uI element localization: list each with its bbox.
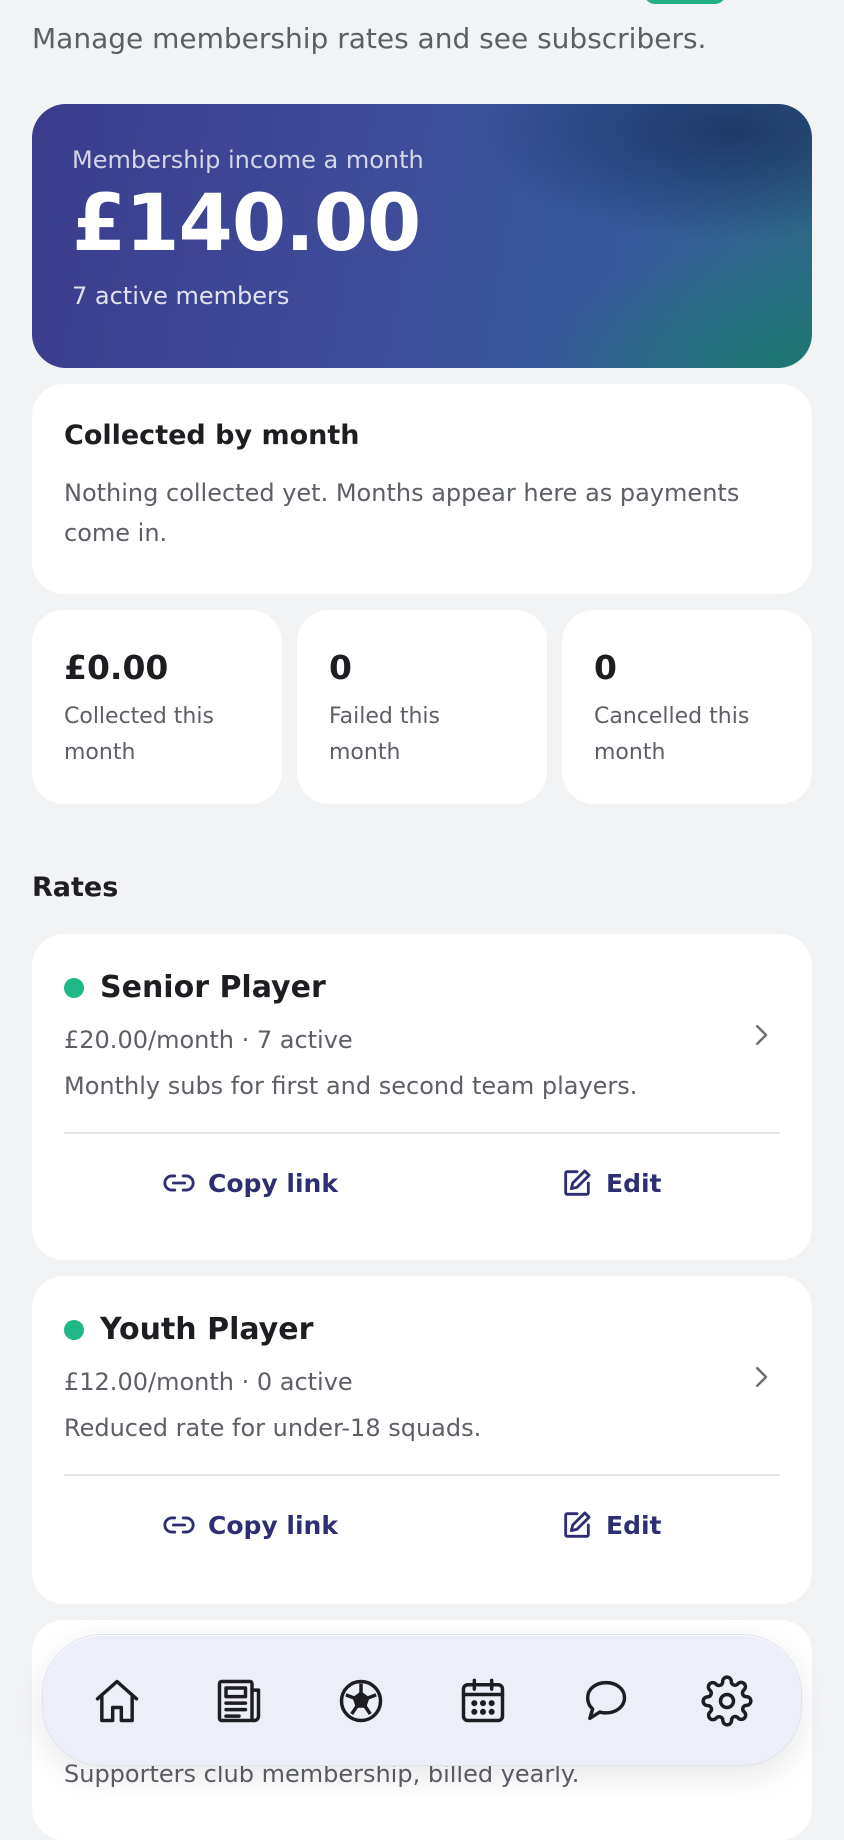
edit-label: Edit bbox=[606, 1168, 662, 1198]
stat-value: £0.00 bbox=[64, 648, 169, 687]
edit-button[interactable]: Edit bbox=[560, 1508, 662, 1542]
news-icon bbox=[217, 1679, 261, 1723]
collected-empty-text: Nothing collected yet. Months appear her… bbox=[64, 479, 740, 547]
edit-button[interactable]: Edit bbox=[560, 1166, 662, 1200]
football-icon bbox=[339, 1679, 383, 1723]
income-summary-card: Membership income a month £140.00 7 acti… bbox=[32, 104, 812, 368]
nav-settings[interactable] bbox=[701, 1675, 753, 1727]
stat-value: 0 bbox=[594, 648, 617, 687]
settings-icon bbox=[701, 1675, 753, 1727]
chevron-right-icon[interactable] bbox=[746, 1020, 776, 1050]
page-subtitle: Manage membership rates and see subscrib… bbox=[32, 22, 707, 55]
nav-news[interactable] bbox=[213, 1675, 265, 1727]
rate-header: Youth Player bbox=[64, 1312, 313, 1347]
divider bbox=[64, 1474, 780, 1476]
edit-icon bbox=[564, 1511, 591, 1538]
copy-link-button[interactable]: Copy link bbox=[162, 1166, 338, 1200]
rates-section-title: Rates bbox=[32, 872, 119, 903]
rate-description: Reduced rate for under-18 squads. bbox=[64, 1414, 482, 1442]
active-members-count: 7 active members bbox=[72, 281, 290, 310]
stat-label: Cancelled this month bbox=[594, 704, 750, 765]
nav-matches[interactable] bbox=[335, 1675, 387, 1727]
rate-name: Senior Player bbox=[100, 970, 326, 1005]
link-icon bbox=[163, 1174, 195, 1192]
collected-by-month-card: Collected by month Nothing collected yet… bbox=[32, 384, 812, 594]
income-amount: £140.00 bbox=[72, 179, 421, 269]
rate-price: £20.00/month · 7 active bbox=[64, 1026, 353, 1054]
income-label: Membership income a month bbox=[72, 146, 424, 174]
bottom-nav-bar bbox=[42, 1634, 802, 1766]
chat-icon bbox=[585, 1680, 627, 1721]
stat-label: Failed this month bbox=[329, 704, 440, 765]
nav-calendar[interactable] bbox=[457, 1675, 509, 1727]
copy-link-label: Copy link bbox=[208, 1510, 338, 1540]
divider bbox=[64, 1132, 780, 1134]
status-dot bbox=[64, 1319, 84, 1340]
rate-card-senior-player[interactable]: Senior Player £20.00/month · 7 active Mo… bbox=[32, 934, 812, 1260]
chevron-right-icon[interactable] bbox=[746, 1362, 776, 1392]
rate-description: Monthly subs for first and second team p… bbox=[64, 1072, 638, 1100]
edit-icon bbox=[564, 1169, 591, 1196]
nav-chat[interactable] bbox=[579, 1675, 631, 1727]
copy-link-button[interactable]: Copy link bbox=[162, 1508, 338, 1542]
nav-home[interactable] bbox=[91, 1675, 143, 1727]
rate-card-youth-player[interactable]: Youth Player £12.00/month · 0 active Red… bbox=[32, 1276, 812, 1604]
stat-failed: 0 Failed this month bbox=[297, 610, 547, 804]
copy-link-label: Copy link bbox=[208, 1168, 338, 1198]
calendar-icon bbox=[461, 1678, 505, 1723]
rate-header: Senior Player bbox=[64, 970, 326, 1005]
rate-price: £12.00/month · 0 active bbox=[64, 1368, 353, 1396]
header-action-button[interactable] bbox=[644, 0, 726, 4]
collected-by-month-title: Collected by month bbox=[64, 420, 360, 451]
stat-label: Collected this month bbox=[64, 704, 214, 765]
rate-name: Youth Player bbox=[100, 1312, 314, 1347]
stat-value: 0 bbox=[329, 648, 352, 687]
home-icon bbox=[95, 1679, 139, 1723]
stat-cancelled: 0 Cancelled this month bbox=[562, 610, 812, 804]
edit-label: Edit bbox=[606, 1510, 662, 1540]
link-icon bbox=[163, 1516, 195, 1534]
status-dot bbox=[64, 977, 84, 998]
stat-collected: £0.00 Collected this month bbox=[32, 610, 282, 804]
